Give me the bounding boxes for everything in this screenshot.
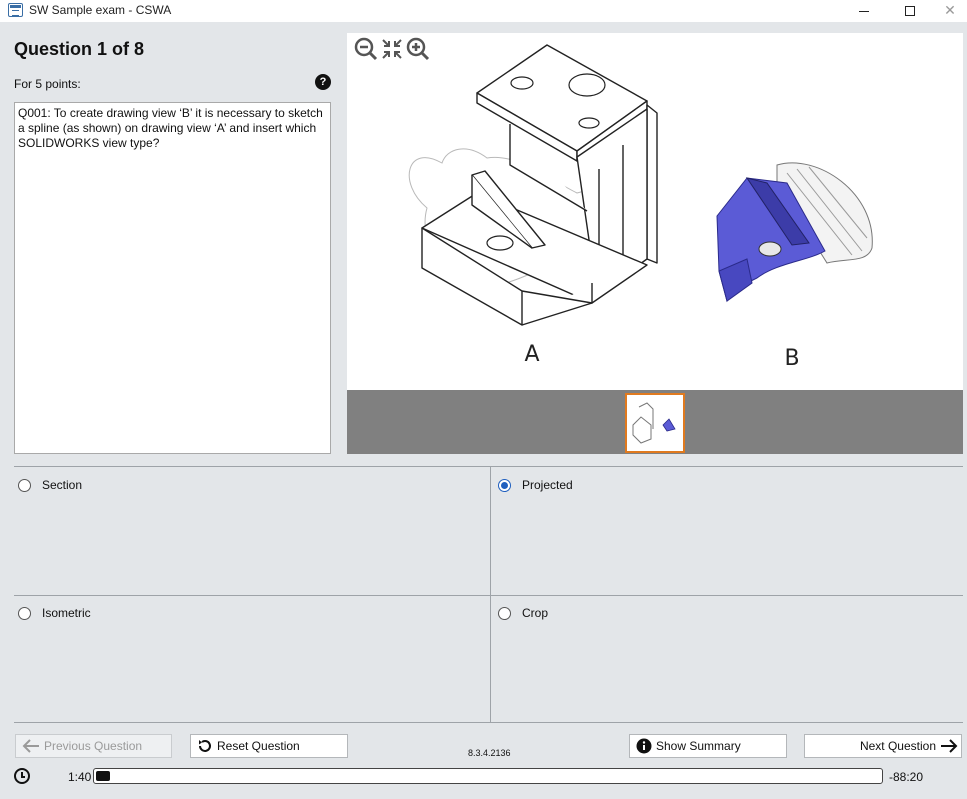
zoom-in-icon[interactable] <box>405 37 431 61</box>
reset-question-label: Reset Question <box>217 739 300 753</box>
arrow-left-icon <box>22 739 40 753</box>
clock-icon <box>14 768 30 784</box>
image-thumbnail[interactable] <box>625 393 685 453</box>
version-label: 8.3.4.2136 <box>468 748 511 758</box>
elapsed-time: 1:40 <box>68 770 92 784</box>
answer-label: Section <box>42 478 83 492</box>
fit-to-window-icon[interactable] <box>379 37 405 61</box>
question-image: A B <box>347 33 963 390</box>
answer-option-section[interactable]: Section <box>18 477 82 492</box>
info-icon <box>636 738 652 754</box>
question-title: Question 1 of 8 <box>14 39 145 59</box>
zoom-toolbar <box>353 37 431 61</box>
next-question-button[interactable]: Next Question <box>804 734 962 758</box>
radio-crop[interactable] <box>498 607 511 620</box>
show-summary-button[interactable]: Show Summary <box>629 734 787 758</box>
close-icon: ✕ <box>944 3 956 19</box>
drawing-views: A B <box>408 44 873 371</box>
help-icon[interactable]: ? <box>315 74 331 90</box>
points-label: For 5 points: <box>14 77 81 91</box>
reset-question-button[interactable]: Reset Question <box>190 734 348 758</box>
radio-isometric[interactable] <box>18 607 31 620</box>
answer-label: Crop <box>522 606 549 620</box>
view-a-label: A <box>524 342 539 367</box>
minimize-button[interactable] <box>841 0 887 22</box>
view-b-label: B <box>784 346 799 371</box>
radio-section[interactable] <box>18 479 31 492</box>
window-title: SW Sample exam - CSWA <box>29 3 172 17</box>
title-bar: SW Sample exam - CSWA ✕ <box>0 0 967 22</box>
zoom-out-icon[interactable] <box>353 37 379 61</box>
answer-label: Isometric <box>42 606 91 620</box>
next-question-label: Next Question <box>859 739 936 753</box>
maximize-button[interactable] <box>887 0 933 22</box>
time-progress-fill <box>96 771 111 781</box>
answer-option-isometric[interactable]: Isometric <box>18 605 91 620</box>
previous-question-button[interactable]: Previous Question <box>15 734 172 758</box>
app-window-icon <box>8 3 23 17</box>
answer-option-projected[interactable]: Projected <box>498 477 573 492</box>
show-summary-label: Show Summary <box>656 739 741 753</box>
question-text: Q001: To create drawing view ‘B’ it is n… <box>14 102 331 454</box>
radio-projected[interactable] <box>498 479 511 492</box>
arrow-right-icon <box>940 739 958 753</box>
close-button[interactable]: ✕ <box>933 0 967 22</box>
answer-option-crop[interactable]: Crop <box>498 605 548 620</box>
maximize-icon <box>905 6 915 16</box>
answers-area: Section Projected Isometric Crop <box>14 466 963 723</box>
remaining-time: -88:20 <box>889 770 924 784</box>
minimize-icon <box>859 10 869 12</box>
time-progress-bar <box>93 768 883 784</box>
previous-question-label: Previous Question <box>44 739 143 753</box>
reset-icon <box>197 738 213 754</box>
answer-label: Projected <box>522 478 573 492</box>
